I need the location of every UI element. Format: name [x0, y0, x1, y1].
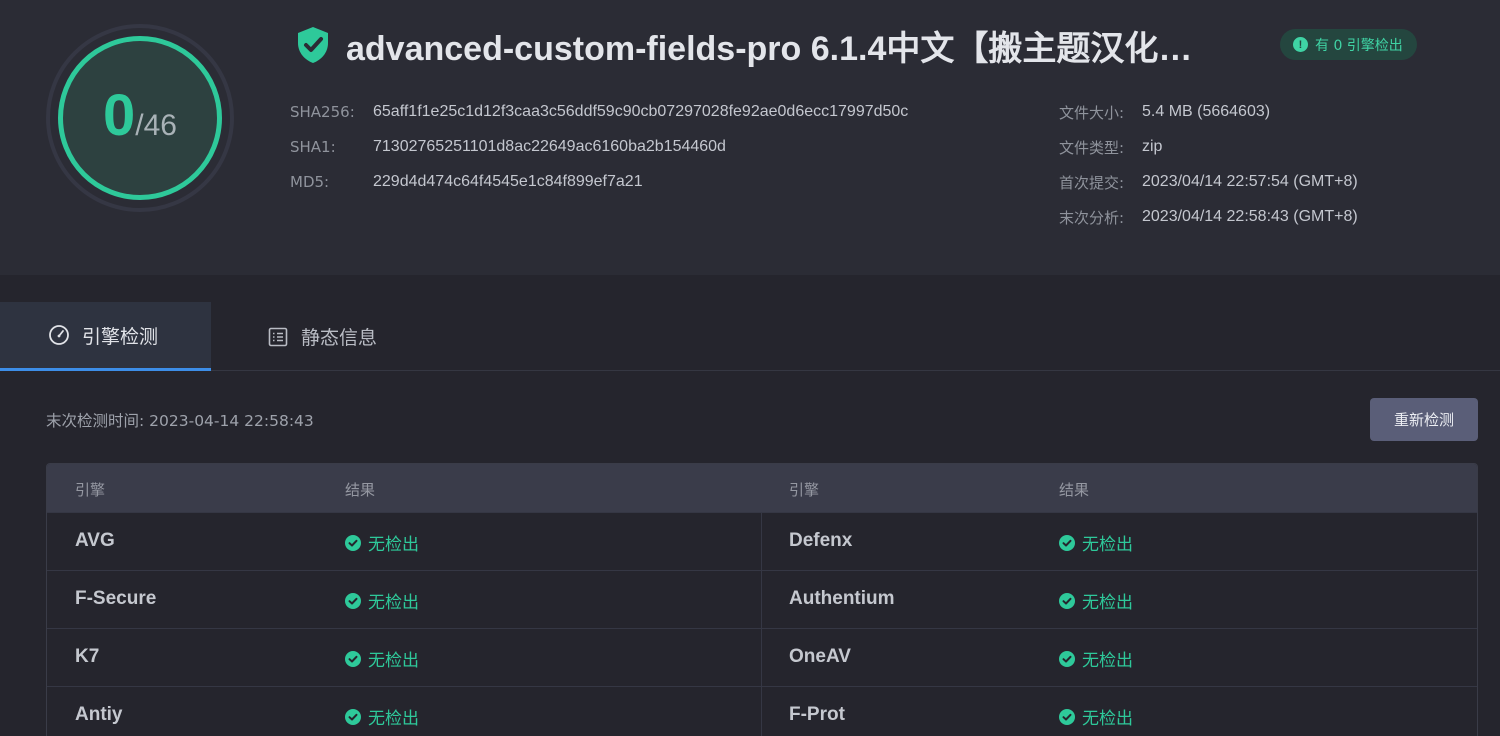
detection-count: 0 — [103, 83, 136, 148]
tab-static-info[interactable]: 静态信息 — [211, 302, 422, 371]
file-type-value: zip — [1142, 138, 1163, 155]
check-circle-icon — [345, 592, 361, 609]
engine-name: OneAV — [789, 646, 851, 667]
md5-value: 229d4d474c64f4545e1c84f899ef7a21 — [373, 173, 643, 190]
table-row: K7 无检出 OneAV 无检出 — [47, 628, 1477, 686]
result-label: 无检出 — [1082, 651, 1133, 671]
meta-row-last-analysis: 末次分析: 2023/04/14 22:58:43 (GMT+8) — [1059, 207, 1358, 227]
result-label: 无检出 — [1082, 593, 1133, 613]
meta-row-size: 文件大小: 5.4 MB (5664603) — [1059, 102, 1270, 122]
table-row: F-Secure 无检出 Authentium 无检出 — [47, 570, 1477, 628]
sha1-value: 71302765251101d8ac22649ac6160ba2b154460d — [373, 138, 726, 155]
engine-name: F-Secure — [75, 588, 157, 609]
engine-name: AVG — [75, 530, 115, 551]
detection-badge: ! 有 0 引擎检出 — [1280, 29, 1417, 60]
document-list-icon — [268, 327, 288, 346]
engine-name: F-Prot — [789, 704, 845, 725]
tab-label: 静态信息 — [301, 327, 378, 349]
engine-name: K7 — [75, 646, 100, 667]
tab-bar: 引擎检测 静态信息 — [0, 302, 1500, 371]
meta-row-type: 文件类型: zip — [1059, 137, 1162, 157]
result-label: 无检出 — [368, 535, 419, 555]
result-cell: 无检出 — [345, 646, 419, 671]
check-circle-icon — [345, 708, 361, 725]
title-row: advanced-custom-fields-pro 6.1.4中文【搬主题汉化… — [296, 24, 1192, 68]
check-circle-icon — [1059, 650, 1075, 667]
column-header-engine: 引擎 — [789, 481, 820, 499]
result-label: 无检出 — [368, 593, 419, 613]
hash-label: SHA1: — [290, 138, 336, 156]
result-cell: 无检出 — [1059, 588, 1133, 613]
table-header: 引擎 结果 引擎 结果 — [47, 464, 1477, 512]
table-row: Antiy 无检出 F-Prot 无检出 — [47, 686, 1477, 736]
result-label: 无检出 — [1082, 709, 1133, 729]
sha256-value: 65aff1f1e25c1d12f3caa3c56ddf59c90cb07297… — [373, 103, 909, 120]
detection-badge-label: 有 0 引擎检出 — [1315, 37, 1403, 54]
page: 0 /46 advanced-custom-fields-pro 6.1.4中文… — [0, 0, 1500, 736]
meta-label: 末次分析: — [1059, 208, 1125, 227]
meta-label: 文件大小: — [1059, 103, 1125, 122]
engine-name: Antiy — [75, 704, 123, 725]
check-circle-icon — [345, 650, 361, 667]
column-header-result: 结果 — [345, 481, 376, 499]
tab-label: 引擎检测 — [82, 325, 159, 348]
hash-row-sha1: SHA1: 71302765251101d8ac22649ac6160ba2b1… — [290, 137, 726, 157]
last-scan-time: 末次检测时间: 2023-04-14 22:58:43 — [46, 412, 314, 430]
result-cell: 无检出 — [345, 588, 419, 613]
gauge-icon — [49, 325, 69, 345]
file-title: advanced-custom-fields-pro 6.1.4中文【搬主题汉化… — [346, 29, 1193, 68]
meta-row-first-submit: 首次提交: 2023/04/14 22:57:54 (GMT+8) — [1059, 172, 1358, 192]
last-analysis-value: 2023/04/14 22:58:43 (GMT+8) — [1142, 208, 1358, 225]
check-circle-icon — [1059, 534, 1075, 551]
result-cell: 无检出 — [345, 530, 419, 555]
result-cell: 无检出 — [1059, 704, 1133, 729]
meta-label: 文件类型: — [1059, 138, 1125, 157]
result-label: 无检出 — [368, 709, 419, 729]
column-header-result: 结果 — [1059, 481, 1090, 499]
engine-total: /46 — [135, 109, 177, 142]
shield-check-icon — [298, 27, 328, 63]
result-cell: 无检出 — [345, 704, 419, 729]
result-label: 无检出 — [368, 651, 419, 671]
file-summary: 0 /46 advanced-custom-fields-pro 6.1.4中文… — [0, 0, 1500, 275]
hash-label: MD5: — [290, 173, 330, 191]
engine-name: Defenx — [789, 530, 853, 551]
meta-label: 首次提交: — [1059, 173, 1125, 192]
detection-score-ring: 0 /46 — [46, 24, 234, 212]
file-size-value: 5.4 MB (5664603) — [1142, 103, 1271, 120]
result-cell: 无检出 — [1059, 646, 1133, 671]
hash-label: SHA256: — [290, 103, 355, 121]
check-circle-icon — [345, 534, 361, 551]
engine-results-table: 引擎 结果 引擎 结果 AVG 无检出 Defenx 无检出 F-Secure … — [46, 463, 1478, 736]
result-label: 无检出 — [1082, 535, 1133, 555]
detection-score: 0 /46 — [58, 36, 222, 200]
hash-row-sha256: SHA256: 65aff1f1e25c1d12f3caa3c56ddf59c9… — [290, 102, 908, 122]
result-cell: 无检出 — [1059, 530, 1133, 555]
check-circle-icon — [1059, 592, 1075, 609]
exclamation-icon: ! — [1293, 37, 1308, 52]
table-row: AVG 无检出 Defenx 无检出 — [47, 512, 1477, 570]
engine-name: Authentium — [789, 588, 895, 609]
check-circle-icon — [1059, 708, 1075, 725]
column-header-engine: 引擎 — [75, 481, 106, 499]
tab-engine-detection[interactable]: 引擎检测 — [0, 302, 211, 371]
hash-row-md5: MD5: 229d4d474c64f4545e1c84f899ef7a21 — [290, 172, 643, 192]
rescan-button[interactable]: 重新检测 — [1370, 398, 1478, 441]
first-submit-value: 2023/04/14 22:57:54 (GMT+8) — [1142, 173, 1358, 190]
